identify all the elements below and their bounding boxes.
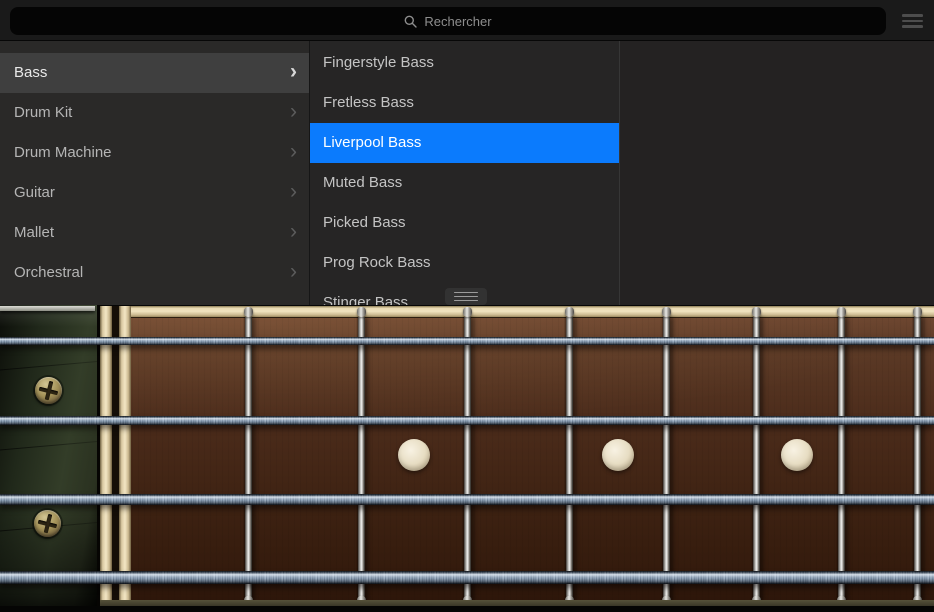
sound-item-picked-bass[interactable]: Picked Bass (310, 203, 619, 243)
bass-string-3[interactable] (0, 493, 934, 505)
search-input[interactable]: Rechercher (10, 7, 886, 35)
fret-marker-dot-fret-3 (398, 439, 430, 471)
fret-marker-dot-fret-5 (602, 439, 634, 471)
fret-7 (837, 317, 845, 601)
fret-end-top (661, 307, 671, 317)
fret-marker-dot-fret-7 (781, 439, 813, 471)
chevron-right-icon: › (290, 100, 297, 123)
top-toolbar: Rechercher (0, 0, 934, 41)
sound-label: Picked Bass (323, 214, 406, 231)
fret-8 (913, 317, 921, 601)
screw-icon (30, 506, 64, 540)
hamburger-icon (902, 19, 923, 23)
search-icon (404, 15, 418, 28)
category-list: Bass › Drum Kit › Drum Machine › Guitar … (0, 41, 310, 305)
hamburger-icon (902, 14, 923, 17)
category-item-drum-machine[interactable]: Drum Machine › (0, 133, 309, 173)
fret-end-top (836, 307, 846, 317)
fret-end-top (564, 307, 574, 317)
hamburger-icon (902, 25, 923, 28)
nut-slot (112, 306, 119, 607)
fret-end-top (243, 307, 253, 317)
nut (100, 306, 131, 607)
nut-bar (100, 306, 112, 607)
category-label: Mallet (14, 224, 55, 241)
sound-label: Fingerstyle Bass (323, 54, 434, 71)
category-label: Drum Machine (14, 144, 112, 161)
grip-lines-icon (454, 299, 478, 302)
sound-label: Fretless Bass (323, 94, 414, 111)
sound-item-fingerstyle-bass[interactable]: Fingerstyle Bass (310, 43, 619, 83)
screw-icon (31, 373, 65, 407)
bass-string-4[interactable] (0, 570, 934, 584)
fretboard-top-binding (100, 305, 934, 318)
bass-string-1[interactable] (0, 337, 934, 345)
fret-1 (244, 317, 252, 601)
fretboard-bottom-edge (0, 606, 934, 612)
drag-handle[interactable] (445, 288, 487, 305)
sound-item-liverpool-bass[interactable]: Liverpool Bass (310, 123, 619, 163)
fret-6 (752, 317, 760, 601)
chevron-right-icon: › (290, 140, 297, 163)
fret-end-top (462, 307, 472, 317)
bass-string-2[interactable] (0, 415, 934, 425)
string-shadow-line (0, 360, 106, 371)
nut-bar (119, 306, 131, 607)
chevron-right-icon: › (290, 260, 297, 283)
sound-item-prog-rock-bass[interactable]: Prog Rock Bass (310, 243, 619, 283)
grip-lines-icon (454, 295, 478, 298)
fret-3 (463, 317, 471, 601)
guitar-body (0, 305, 106, 612)
category-item-guitar[interactable]: Guitar › (0, 173, 309, 213)
category-label: Guitar (14, 184, 55, 201)
category-item-drum-kit[interactable]: Drum Kit › (0, 93, 309, 133)
fret-end-top (751, 307, 761, 317)
fret-2 (357, 317, 365, 601)
navigation-menu-button[interactable] (902, 14, 923, 28)
sound-label: Muted Bass (323, 174, 403, 191)
string-shadow-line (0, 440, 106, 451)
category-label: Bass (14, 64, 48, 81)
category-label: Drum Kit (14, 104, 73, 121)
fret-end-top (912, 307, 922, 317)
chevron-right-icon: › (290, 220, 297, 243)
sound-list: Fingerstyle Bass Fretless Bass Liverpool… (310, 41, 620, 305)
fret-5 (662, 317, 670, 601)
chevron-right-icon: › (290, 180, 297, 203)
browser-empty-area (620, 41, 934, 305)
grip-lines-icon (454, 291, 478, 294)
sound-label: Prog Rock Bass (323, 254, 431, 271)
category-item-orchestral[interactable]: Orchestral › (0, 253, 309, 293)
chevron-right-icon: › (290, 60, 297, 83)
fret-end-top (356, 307, 366, 317)
category-item-mallet[interactable]: Mallet › (0, 213, 309, 253)
sound-item-muted-bass[interactable]: Muted Bass (310, 163, 619, 203)
garageband-sound-browser-screen: Rechercher Bass › Drum Kit › Drum Machin… (0, 0, 934, 612)
sound-label: Stinger Bass (323, 294, 409, 305)
instrument-browser: Bass › Drum Kit › Drum Machine › Guitar … (0, 41, 934, 305)
search-placeholder: Rechercher (424, 13, 492, 29)
bass-fretboard[interactable] (0, 305, 934, 612)
fret-4 (565, 317, 573, 601)
sound-label: Liverpool Bass (323, 134, 422, 151)
sound-item-fretless-bass[interactable]: Fretless Bass (310, 83, 619, 123)
category-label: Orchestral (14, 264, 84, 281)
category-item-bass[interactable]: Bass › (0, 53, 309, 93)
